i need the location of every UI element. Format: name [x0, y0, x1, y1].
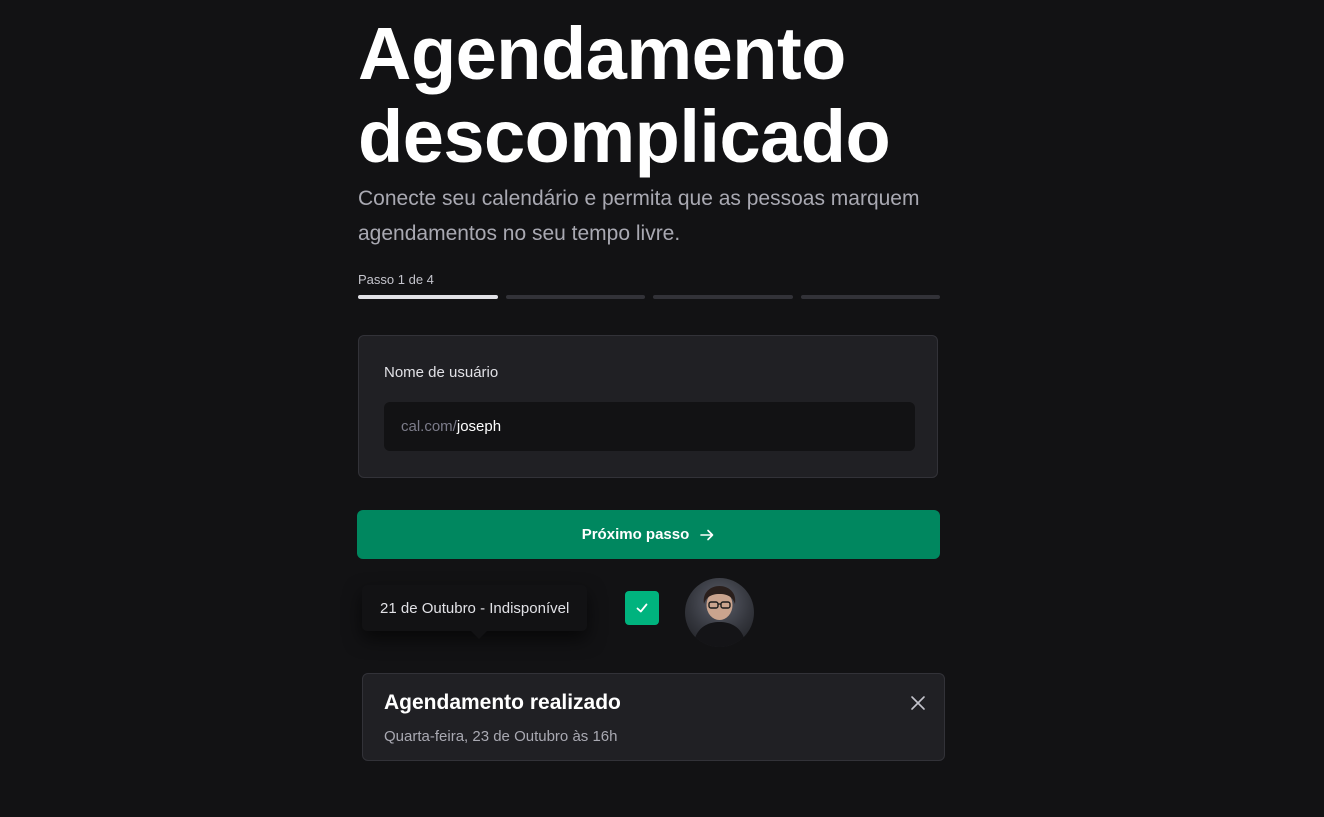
- check-icon: [636, 603, 648, 613]
- toast-close-button[interactable]: [907, 692, 929, 714]
- hero-title: Agendamento descomplicado: [358, 12, 891, 178]
- step-bars: [358, 295, 940, 299]
- next-step-button[interactable]: Próximo passo: [357, 510, 940, 559]
- hero-subtitle: Conecte seu calendário e permita que as …: [358, 187, 920, 245]
- step-indicator: Passo 1 de 4: [358, 271, 940, 299]
- date-tooltip: 21 de Outubro - Indisponível: [362, 585, 588, 631]
- step-bar-2: [505, 295, 645, 299]
- next-step-label: Próximo passo: [581, 526, 690, 543]
- username-value: joseph: [456, 418, 502, 435]
- step-bar-3: [653, 295, 793, 299]
- person-icon: [693, 586, 746, 647]
- booking-toast: Agendamento realizado Quarta-feira, 23 d…: [362, 673, 945, 761]
- checkbox-checked[interactable]: [625, 591, 659, 625]
- arrow-right-icon: [700, 529, 714, 540]
- step-bar-4: [800, 295, 940, 299]
- user-avatar: [685, 578, 754, 647]
- step-label: Passo 1 de 4: [358, 272, 434, 287]
- step-bar-1: [358, 295, 498, 299]
- close-icon: [911, 696, 925, 710]
- username-card: Nome de usuário cal.com/joseph: [358, 335, 938, 478]
- page: Agendamento descomplicado Conecte seu ca…: [0, 0, 1324, 817]
- username-label: Nome de usuário: [384, 364, 499, 381]
- username-input[interactable]: cal.com/joseph: [384, 402, 915, 451]
- toast-description: Quarta-feira, 23 de Outubro às 16h: [384, 728, 618, 745]
- toast-title: Agendamento realizado: [384, 691, 621, 714]
- tooltip-arrow: [470, 630, 488, 639]
- username-prefix: cal.com/: [401, 418, 457, 435]
- tooltip-text: 21 de Outubro - Indisponível: [380, 599, 570, 617]
